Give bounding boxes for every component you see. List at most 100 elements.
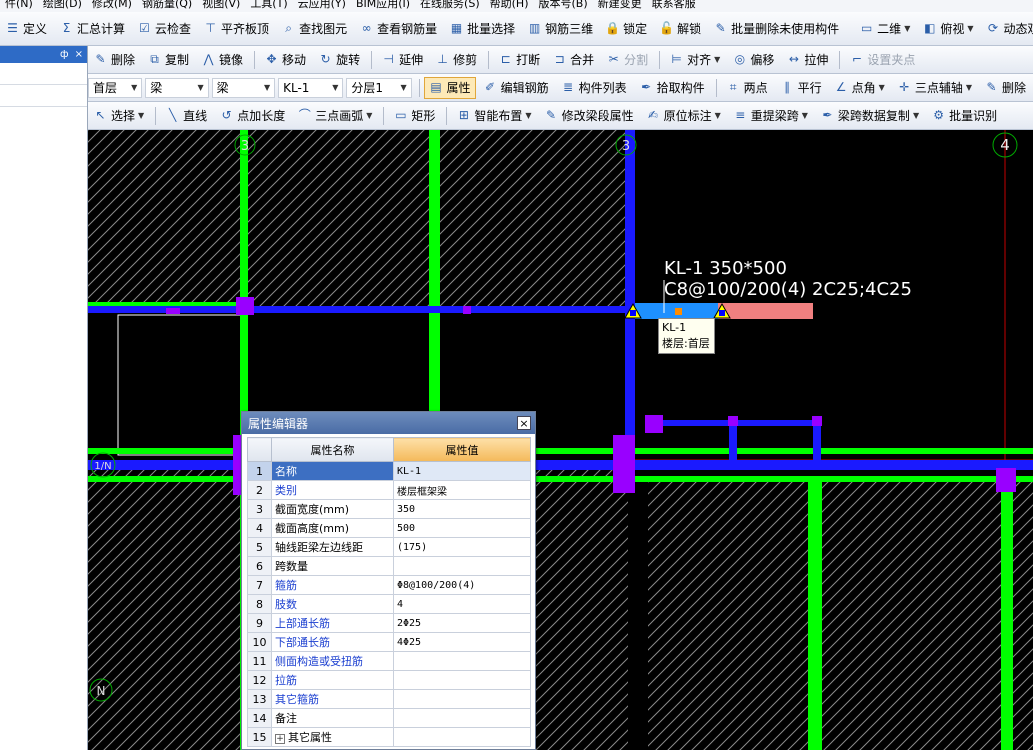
menu-item[interactable]: 视图(V)	[197, 0, 245, 10]
chevron-down-icon[interactable]: ▼	[913, 111, 919, 120]
property-row[interactable]: 13 其它箍筋	[247, 689, 531, 709]
extend-button[interactable]: ⊣ 延伸	[376, 49, 428, 71]
property-row[interactable]: 1 名称 KL-1	[247, 461, 531, 481]
align-top-button[interactable]: ⊤ 平齐板顶	[198, 18, 274, 40]
close-icon[interactable]: ×	[517, 416, 531, 430]
find-element-button[interactable]: ⌕ 查找图元	[276, 18, 352, 40]
chevron-down-icon[interactable]: ▼	[366, 111, 372, 120]
expand-icon[interactable]: +	[275, 734, 285, 744]
two-point-button[interactable]: ⌗ 两点	[721, 77, 773, 99]
property-row[interactable]: 12 拉筋	[247, 670, 531, 690]
property-row[interactable]: 3 截面宽度(mm) 350	[247, 499, 531, 519]
menu-item[interactable]: 工具(T)	[245, 0, 292, 10]
property-value[interactable]	[393, 556, 531, 576]
move-button[interactable]: ✥ 移动	[259, 49, 311, 71]
chevron-down-icon[interactable]: ▼	[714, 55, 720, 64]
stretch-button[interactable]: ↔ 拉伸	[781, 49, 833, 71]
drawing-canvas[interactable]: 3 3 4 1/N N KL-1 350*500 C8@100/200(4) 2…	[88, 130, 1033, 750]
property-row[interactable]: 2 类别 楼层框架梁	[247, 480, 531, 500]
modify-beam-button[interactable]: ✎ 修改梁段属性	[539, 105, 639, 127]
rotate-button[interactable]: ↻ 旋转	[313, 49, 365, 71]
lock-button[interactable]: 🔒 锁定	[600, 18, 652, 40]
top-view-button[interactable]: ◧ 俯视 ▼	[917, 18, 978, 40]
merge-button[interactable]: ⊐ 合并	[547, 49, 599, 71]
grip-square[interactable]	[630, 310, 636, 316]
property-value[interactable]: 2Φ25	[393, 613, 531, 633]
property-row[interactable]: 15 + 其它属性	[247, 727, 531, 747]
property-row[interactable]: 7 箍筋 Φ8@100/200(4)	[247, 575, 531, 595]
align-button[interactable]: ⊨ 对齐 ▼	[664, 49, 725, 71]
menu-item[interactable]: 在线服务(S)	[415, 0, 485, 10]
chevron-down-icon[interactable]: ▼	[525, 111, 531, 120]
property-value[interactable]	[393, 689, 531, 709]
menu-item[interactable]: 云应用(Y)	[293, 0, 351, 10]
chevron-down-icon[interactable]: ▼	[138, 111, 144, 120]
point-length-button[interactable]: ↺ 点加长度	[214, 105, 290, 127]
property-value[interactable]: (175)	[393, 537, 531, 557]
property-value[interactable]: 4Φ25	[393, 632, 531, 652]
pick-member-button[interactable]: ✒ 拾取构件	[634, 77, 710, 99]
edit-rebar-button[interactable]: ✐ 编辑钢筋	[478, 77, 554, 99]
menu-item[interactable]: 版本号(B)	[533, 0, 592, 10]
batch-select-button[interactable]: ▦ 批量选择	[444, 18, 520, 40]
batch-delete-button[interactable]: ✎ 批量删除未使用构件	[708, 18, 844, 40]
property-value[interactable]	[393, 651, 531, 671]
offset-button[interactable]: ◎ 偏移	[727, 49, 779, 71]
break-button[interactable]: ⊏ 打断	[493, 49, 545, 71]
trim-button[interactable]: ⊥ 修剪	[430, 49, 482, 71]
unlock-button[interactable]: 🔓 解锁	[654, 18, 706, 40]
define-button[interactable]: ☰ 定义	[0, 18, 52, 40]
property-value[interactable]: 楼层框架梁	[393, 480, 531, 500]
close-icon[interactable]: ×	[75, 49, 83, 60]
copy-button[interactable]: ⧉ 复制	[142, 49, 194, 71]
left-panel-row[interactable]	[0, 63, 87, 85]
property-value[interactable]	[393, 708, 531, 728]
view-rebar-button[interactable]: ∞ 查看钢筋量	[354, 18, 442, 40]
menu-item[interactable]: 联系客服	[647, 0, 701, 10]
property-row[interactable]: 6 跨数量	[247, 556, 531, 576]
pin-icon[interactable]: ф	[60, 49, 69, 60]
property-value[interactable]: Φ8@100/200(4)	[393, 575, 531, 595]
split-button[interactable]: ✂ 分割	[601, 49, 653, 71]
type-select[interactable]: 梁 ▼	[211, 77, 276, 98]
in-situ-label-button[interactable]: ✍ 原位标注 ▼	[641, 105, 726, 127]
member-select[interactable]: KL-1 ▼	[278, 77, 344, 98]
selected-beam-segment[interactable]	[718, 303, 813, 319]
delete-axis-button[interactable]: ✎ 删除	[979, 77, 1031, 99]
layer-select[interactable]: 分层1 ▼	[346, 77, 412, 98]
chevron-down-icon[interactable]: ▼	[904, 24, 910, 33]
re-extract-span-button[interactable]: ≡ 重提梁跨 ▼	[728, 105, 813, 127]
menu-item[interactable]: 帮助(H)	[485, 0, 534, 10]
2d-view-button[interactable]: ▭ 二维 ▼	[854, 18, 915, 40]
chevron-down-icon[interactable]: ▼	[967, 24, 973, 33]
chevron-down-icon[interactable]: ▼	[715, 111, 721, 120]
property-value[interactable]: 350	[393, 499, 531, 519]
category-select[interactable]: 梁 ▼	[145, 77, 209, 98]
property-row[interactable]: 4 截面高度(mm) 500	[247, 518, 531, 538]
parallel-button[interactable]: ∥ 平行	[775, 77, 827, 99]
property-value[interactable]	[393, 670, 531, 690]
property-row[interactable]: 11 侧面构造或受扭筋	[247, 651, 531, 671]
grip-midpoint[interactable]	[675, 308, 682, 315]
property-row[interactable]: 8 肢数 4	[247, 594, 531, 614]
property-row[interactable]: 14 备注	[247, 708, 531, 728]
batch-recognize-button[interactable]: ⚙ 批量识别	[926, 105, 1002, 127]
chevron-down-icon[interactable]: ▼	[879, 83, 885, 92]
line-button[interactable]: ╲ 直线	[160, 105, 212, 127]
menu-item[interactable]: 修改(M)	[87, 0, 137, 10]
rectangle-button[interactable]: ▭ 矩形	[388, 105, 440, 127]
chevron-down-icon[interactable]: ▼	[802, 111, 808, 120]
property-row[interactable]: 10 下部通长筋 4Φ25	[247, 632, 531, 652]
cloud-check-button[interactable]: ☑ 云检查	[132, 18, 196, 40]
property-value[interactable]	[393, 727, 531, 747]
property-editor-titlebar[interactable]: 属性编辑器 ×	[242, 412, 535, 434]
sigma-button[interactable]: Σ 汇总计算	[54, 18, 130, 40]
property-value[interactable]: 500	[393, 518, 531, 538]
three-point-axis-button[interactable]: ✛ 三点辅轴 ▼	[892, 77, 977, 99]
menu-item[interactable]: BIM应用(I)	[351, 0, 415, 10]
chevron-down-icon[interactable]: ▼	[966, 83, 972, 92]
property-row[interactable]: 5 轴线距梁左边线距 (175)	[247, 537, 531, 557]
floor-select[interactable]: 首层 ▼	[88, 77, 143, 98]
cursor-button[interactable]: ↖ 选择 ▼	[88, 105, 149, 127]
arc-button[interactable]: ⌒ 三点画弧 ▼	[292, 105, 377, 127]
